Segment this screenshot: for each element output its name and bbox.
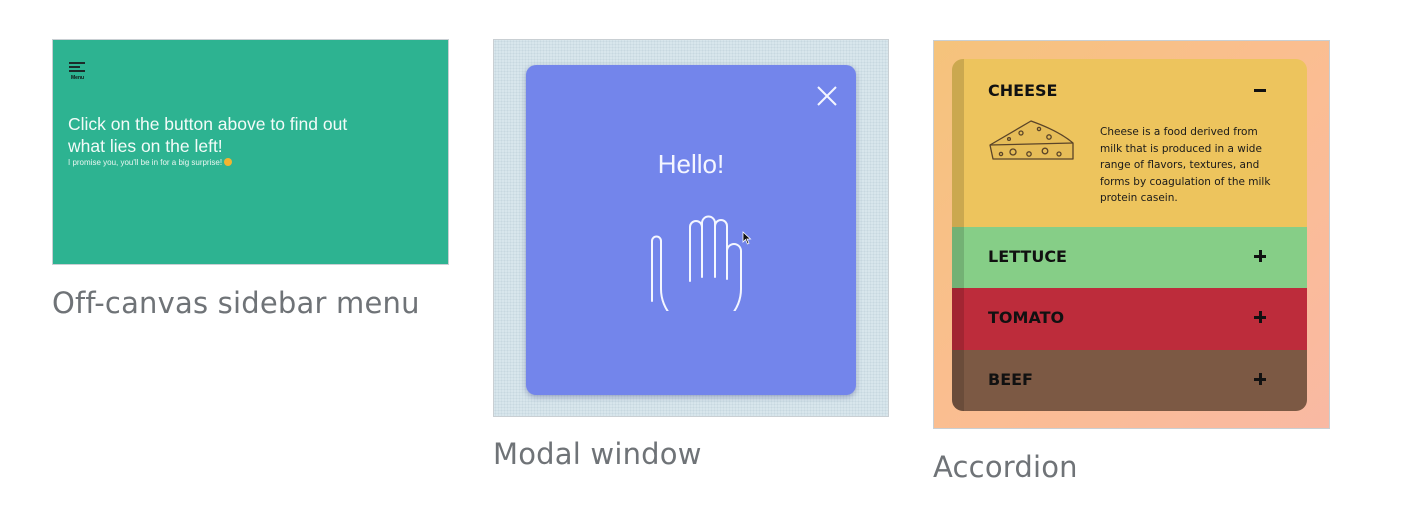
modal-caption[interactable]: Modal window: [493, 437, 702, 471]
hamburger-icon: [69, 62, 85, 74]
modal-preview-card[interactable]: Hello!: [493, 39, 889, 417]
accordion: CHEESE Cheese is a food derived from mil…: [952, 59, 1307, 411]
plus-icon[interactable]: [1253, 249, 1267, 263]
offcanvas-title: Click on the button above to find out wh…: [68, 114, 348, 156]
modal-dialog: Hello!: [526, 65, 856, 395]
accordion-item-cheese[interactable]: CHEESE Cheese is a food derived from mil…: [952, 59, 1307, 227]
accordion-title[interactable]: TOMATO: [988, 308, 1267, 332]
accordion-caption[interactable]: Accordion: [933, 450, 1078, 484]
accordion-title[interactable]: BEEF: [988, 370, 1267, 394]
accordion-body-text: Cheese is a food derived from milk that …: [1100, 126, 1271, 204]
smiley-emoji-icon: [224, 158, 233, 166]
menu-label: Menu: [71, 75, 85, 81]
accordion-item-lettuce[interactable]: LETTUCE: [952, 227, 1307, 288]
cheese-illustration-icon: [989, 120, 1074, 160]
accordion-preview-card[interactable]: CHEESE Cheese is a food derived from mil…: [933, 40, 1330, 429]
modal-greeting: Hello!: [657, 149, 725, 179]
menu-button[interactable]: Menu: [69, 62, 89, 84]
plus-icon[interactable]: [1253, 372, 1267, 386]
offcanvas-subtitle: I promise you, you'll be in for a big su…: [68, 158, 233, 167]
offcanvas-subtitle-text: I promise you, you'll be in for a big su…: [68, 158, 223, 167]
offcanvas-preview-card[interactable]: Menu Click on the button above to find o…: [52, 39, 449, 265]
accordion-item-beef[interactable]: BEEF: [952, 350, 1307, 411]
hand-wave-icon: [651, 215, 742, 311]
offcanvas-caption[interactable]: Off-canvas sidebar menu: [52, 286, 420, 320]
close-icon[interactable]: [816, 85, 838, 107]
minus-icon[interactable]: [1253, 83, 1267, 97]
plus-icon[interactable]: [1253, 310, 1267, 324]
mouse-cursor-icon: [742, 231, 752, 245]
accordion-item-tomato[interactable]: TOMATO: [952, 288, 1307, 350]
accordion-title[interactable]: CHEESE: [988, 81, 1267, 105]
accordion-title[interactable]: LETTUCE: [988, 247, 1267, 271]
